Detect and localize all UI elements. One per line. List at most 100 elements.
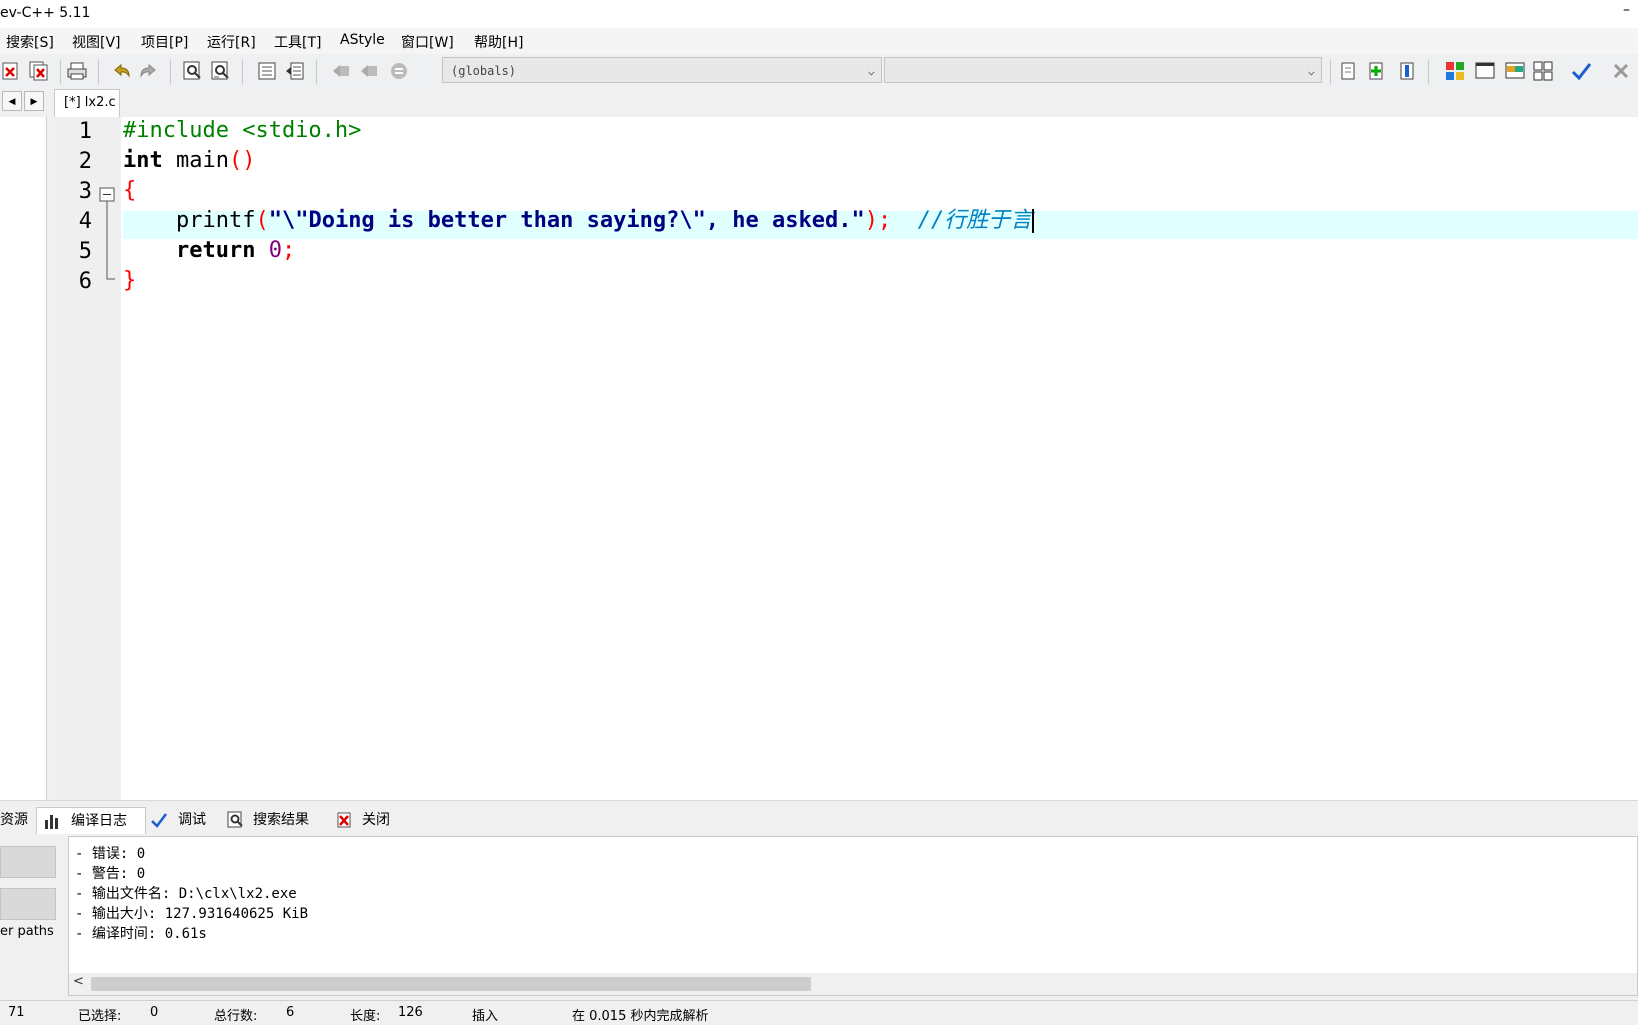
find-icon[interactable] [182,60,204,82]
tab-next-button[interactable]: ▶ [24,91,44,111]
search-icon [227,811,243,828]
scrollbar-thumb[interactable] [91,977,811,991]
goto-icon[interactable] [388,60,410,82]
menu-astyle[interactable]: AStyle [340,32,385,48]
menu-bar: 搜索[S] 视图[V] 项目[P] 运行[R] 工具[T] AStyle 窗口[… [0,28,1638,54]
status-length-label: 长度: [350,1009,381,1024]
window-tile-icon[interactable] [1532,60,1554,82]
code-line-3: { [123,177,136,205]
project-panel [0,117,47,800]
text-caret [1032,209,1035,233]
minimize-button[interactable]: – [1623,2,1630,18]
close-brace: } [123,268,137,293]
menu-run[interactable]: 运行[R] [207,32,256,52]
project-new-icon[interactable] [1338,60,1360,82]
log-line: - 错误: 0 [75,846,146,862]
line-number: 6 [78,269,92,294]
member-combo[interactable]: ⌵ [884,57,1322,83]
log-line: - 输出文件名: D:\clx\lx2.exe [75,886,297,902]
tab-close[interactable]: 关闭 [334,807,404,833]
tab-compile-log[interactable]: 编译日志 [36,807,146,834]
compile-option-button[interactable] [0,888,56,920]
status-selected-label: 已选择: [78,1009,122,1024]
indent-icon[interactable] [256,60,278,82]
function-name: main [162,148,229,173]
window-color-icon[interactable] [1504,60,1526,82]
print-icon[interactable] [66,60,88,82]
close-icon [337,812,351,828]
number-literal: 0 [268,238,282,263]
preprocessor-include: #include <stdio.h> [123,118,362,143]
fold-collapse-icon[interactable] [99,187,117,287]
line-comment: //行胜于言 [917,208,1033,233]
cross-icon[interactable] [1610,60,1632,82]
tab-compile-log-label: 编译日志 [71,813,127,829]
bar-chart-icon [45,815,58,829]
status-column: 71 [8,1005,25,1020]
chevron-down-icon: ⌵ [1307,64,1315,78]
code-line-4: printf("\"Doing is better than saying?\"… [123,207,1035,235]
status-bar: 71 已选择: 0 总行数: 6 长度: 126 插入 在 0.015 秒内完成… [0,1000,1638,1025]
line-number: 4 [78,209,92,234]
toolbar: (globals) ⌵ ⌵ [0,54,1638,89]
tab-scroll-controls: ◀ ▶ [0,91,46,111]
string-literal: "\"Doing is better than saying?\", he as… [268,208,865,233]
scope-combo[interactable]: (globals) ⌵ [442,57,882,83]
forward-icon[interactable] [358,60,380,82]
toolbar-separator [60,60,61,84]
tab-search-results-label: 搜索结果 [253,812,309,828]
scroll-left-icon[interactable]: < [73,974,84,989]
project-remove-icon[interactable] [1396,60,1418,82]
tab-debug-label: 调试 [178,812,206,828]
code-line-1: #include <stdio.h> [123,117,361,145]
redo-icon[interactable] [138,60,160,82]
tab-search-results[interactable]: 搜索结果 [225,807,325,833]
menu-tools[interactable]: 工具[T] [274,32,321,52]
tab-lx2-c[interactable]: [*] lx2.c [54,89,120,117]
project-add-icon[interactable] [1366,60,1388,82]
window-icon[interactable] [1474,60,1496,82]
line-number-gutter: 1 2 3 4 5 6 [56,117,121,800]
menu-search[interactable]: 搜索[S] [6,32,54,52]
scope-combo-value: (globals) [451,64,517,78]
semicolon: ; [281,238,296,263]
undo-icon[interactable] [110,60,132,82]
tab-debug[interactable]: 调试 [148,807,218,833]
window-title: ev-C++ 5.11 [0,5,91,21]
code-editor[interactable]: 1 2 3 4 5 6 #include <stdio.h> int main(… [56,117,1638,800]
toolbar-separator [316,60,317,84]
compile-option-button[interactable] [0,846,56,878]
layout-grid-icon[interactable] [1444,60,1466,82]
menu-help[interactable]: 帮助[H] [474,32,523,52]
horizontal-scrollbar[interactable]: < [69,973,1637,995]
return-keyword: return [175,238,256,263]
printf-call: printf [175,208,256,233]
log-line: - 编译时间: 0.61s [75,926,207,942]
toolbar-separator [242,60,243,84]
status-selected-value: 0 [150,1005,159,1020]
check-icon[interactable] [1570,60,1592,82]
menu-window[interactable]: 窗口[W] [401,32,454,52]
parentheses: () [228,148,256,173]
tab-close-label: 关闭 [362,812,390,828]
menu-project[interactable]: 项目[P] [141,32,188,52]
type-keyword: int [123,148,163,173]
unindent-icon[interactable] [284,60,306,82]
code-line-6: } [123,267,136,295]
compile-log[interactable]: - 错误: 0 - 警告: 0 - 输出文件名: D:\clx\lx2.exe … [68,836,1638,996]
close-file-icon[interactable] [0,60,22,82]
replace-icon[interactable] [210,60,232,82]
menu-view[interactable]: 视图[V] [72,32,121,52]
code-line-5: return 0; [123,237,295,265]
status-mode: 插入 [472,1009,499,1024]
editor-tab-row [0,88,1638,117]
line-number: 2 [78,149,92,174]
tab-resources[interactable]: 资源 [0,807,32,833]
back-icon[interactable] [330,60,352,82]
tab-prev-button[interactable]: ◀ [2,91,22,111]
bottom-panel-tabs: 资源 编译日志 调试 搜索结果 关闭 [0,800,1638,837]
close-all-icon[interactable] [28,60,50,82]
log-line: - 警告: 0 [75,866,146,882]
